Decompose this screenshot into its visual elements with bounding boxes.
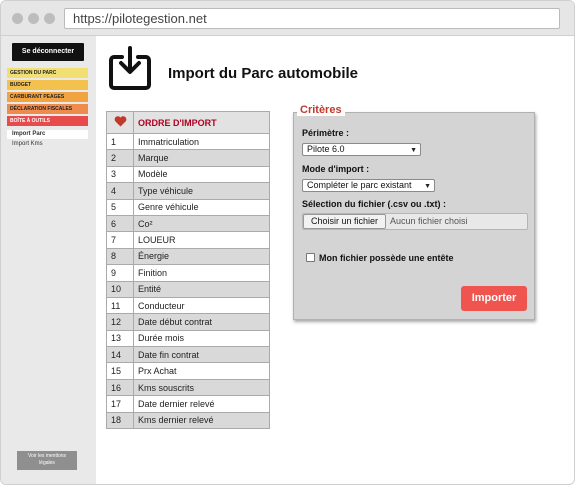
header-row-checkbox[interactable] xyxy=(306,253,315,262)
file-status-text: Aucun fichier choisi xyxy=(390,216,468,226)
row-number: 9 xyxy=(106,264,134,282)
row-number: 7 xyxy=(106,231,134,249)
import-tray-icon xyxy=(109,46,151,90)
address-bar[interactable]: https://pilotegestion.net xyxy=(64,8,560,29)
legal-notice-line2: légales xyxy=(39,460,55,466)
row-field-name: Date dernier relevé xyxy=(133,395,270,413)
row-field-name: Co² xyxy=(133,214,270,233)
import-button[interactable]: Importer xyxy=(461,286,527,311)
row-number: 12 xyxy=(106,313,134,331)
table-row: 2 Marque xyxy=(106,149,270,167)
row-number: 13 xyxy=(106,329,134,348)
header-row-checkbox-label[interactable]: Mon fichier possède une entête xyxy=(319,253,454,263)
table-row: 13 Durée mois xyxy=(106,329,270,348)
row-field-name: Marque xyxy=(133,149,270,167)
row-field-name: Kms dernier relevé xyxy=(133,411,270,430)
table-row: 7 LOUEUR xyxy=(106,231,270,249)
row-number: 5 xyxy=(106,198,134,216)
row-number: 16 xyxy=(106,378,134,397)
row-field-name: Finition xyxy=(133,264,270,282)
table-row: 10 Entité xyxy=(106,280,270,298)
window-close-dot[interactable] xyxy=(12,13,23,24)
logout-button[interactable]: Se déconnecter xyxy=(12,43,84,61)
mode-import-label: Mode d'import : xyxy=(302,164,370,174)
sidebar-item-declaration-fiscales[interactable]: DÉCLARATION FISCALES xyxy=(7,104,88,114)
window-minimize-dot[interactable] xyxy=(28,13,39,24)
chevron-down-icon: ▼ xyxy=(424,183,431,190)
row-number: 3 xyxy=(106,165,134,184)
browser-titlebar: https://pilotegestion.net xyxy=(1,1,574,36)
row-number: 17 xyxy=(106,395,134,413)
heart-icon xyxy=(114,116,126,127)
row-number: 14 xyxy=(106,346,134,364)
row-number: 10 xyxy=(106,280,134,298)
row-field-name: Immatriculation xyxy=(133,132,270,151)
row-field-name: Type véhicule xyxy=(133,182,270,200)
legal-notice-line1: Voir les mentions xyxy=(27,453,67,459)
table-row: 5 Genre véhicule xyxy=(106,198,270,216)
row-field-name: Conducteur xyxy=(133,296,270,315)
row-number: 8 xyxy=(106,247,134,266)
row-field-name: Kms souscrits xyxy=(133,378,270,397)
row-field-name: Entité xyxy=(133,280,270,298)
sidebar-item-budget[interactable]: BUDGET xyxy=(7,80,88,90)
table-row: 4 Type véhicule xyxy=(106,182,270,200)
table-row: 1 Immatriculation xyxy=(106,132,270,151)
table-header-label: ORDRE D'IMPORT xyxy=(133,111,270,134)
perimetre-label: Périmètre : xyxy=(302,128,350,138)
table-row: 11 Conducteur xyxy=(106,296,270,315)
row-field-name: Date fin contrat xyxy=(133,346,270,364)
table-row: 14 Date fin contrat xyxy=(106,346,270,364)
file-selection-label: Sélection du fichier (.csv ou .txt) : xyxy=(302,199,447,209)
table-row: 12 Date début contrat xyxy=(106,313,270,331)
page-title: Import du Parc automobile xyxy=(168,65,359,82)
table-row: 3 Modèle xyxy=(106,165,270,184)
row-field-name: Durée mois xyxy=(133,329,270,348)
choose-file-button[interactable]: Choisir un fichier xyxy=(303,214,386,229)
row-field-name: Modèle xyxy=(133,165,270,184)
table-row: 9 Finition xyxy=(106,264,270,282)
perimetre-select[interactable]: Pilote 6.0 ▼ xyxy=(302,143,421,156)
mode-import-select[interactable]: Compléter le parc existant ▼ xyxy=(302,179,435,192)
table-header-icon-cell xyxy=(106,111,134,134)
row-number: 1 xyxy=(106,132,134,151)
table-header-row: ORDRE D'IMPORT xyxy=(106,111,270,134)
table-row: 17 Date dernier relevé xyxy=(106,395,270,413)
perimetre-select-value: Pilote 6.0 xyxy=(307,144,345,154)
legal-notice-button[interactable]: Voir les mentions légales xyxy=(17,451,77,470)
chevron-down-icon: ▼ xyxy=(410,147,417,154)
sidebar-subitem-import-kms[interactable]: Import Kms xyxy=(7,140,88,149)
sidebar: Se déconnecter GESTION DU PARC BUDGET CA… xyxy=(1,36,96,484)
mode-import-select-value: Compléter le parc existant xyxy=(307,180,412,190)
table-row: 15 Prx Achat xyxy=(106,362,270,380)
sidebar-item-boite-a-outils[interactable]: BOÎTE À OUTILS xyxy=(7,116,88,126)
sidebar-item-carburant-peages[interactable]: CARBURANT PEAGES xyxy=(7,92,88,102)
table-row: 6 Co² xyxy=(106,214,270,233)
table-row: 16 Kms souscrits xyxy=(106,378,270,397)
row-field-name: LOUEUR xyxy=(133,231,270,249)
browser-window: https://pilotegestion.net Se déconnecter… xyxy=(0,0,575,485)
window-zoom-dot[interactable] xyxy=(44,13,55,24)
row-field-name: Prx Achat xyxy=(133,362,270,380)
sidebar-subitem-import-parc[interactable]: Import Parc xyxy=(7,130,88,139)
row-number: 15 xyxy=(106,362,134,380)
row-number: 18 xyxy=(106,411,134,430)
sidebar-item-gestion-du-parc[interactable]: GESTION DU PARC xyxy=(7,68,88,78)
table-row: 8 Énergie xyxy=(106,247,270,266)
row-number: 2 xyxy=(106,149,134,167)
table-row: 18 Kms dernier relevé xyxy=(106,411,270,430)
row-field-name: Date début contrat xyxy=(133,313,270,331)
row-number: 11 xyxy=(106,296,134,315)
criteria-legend: Critères xyxy=(297,104,345,116)
row-number: 6 xyxy=(106,214,134,233)
row-field-name: Genre véhicule xyxy=(133,198,270,216)
import-order-table: ORDRE D'IMPORT 1 Immatriculation 2 Marque 3 M… xyxy=(106,111,270,430)
row-number: 4 xyxy=(106,182,134,200)
row-field-name: Énergie xyxy=(133,247,270,266)
